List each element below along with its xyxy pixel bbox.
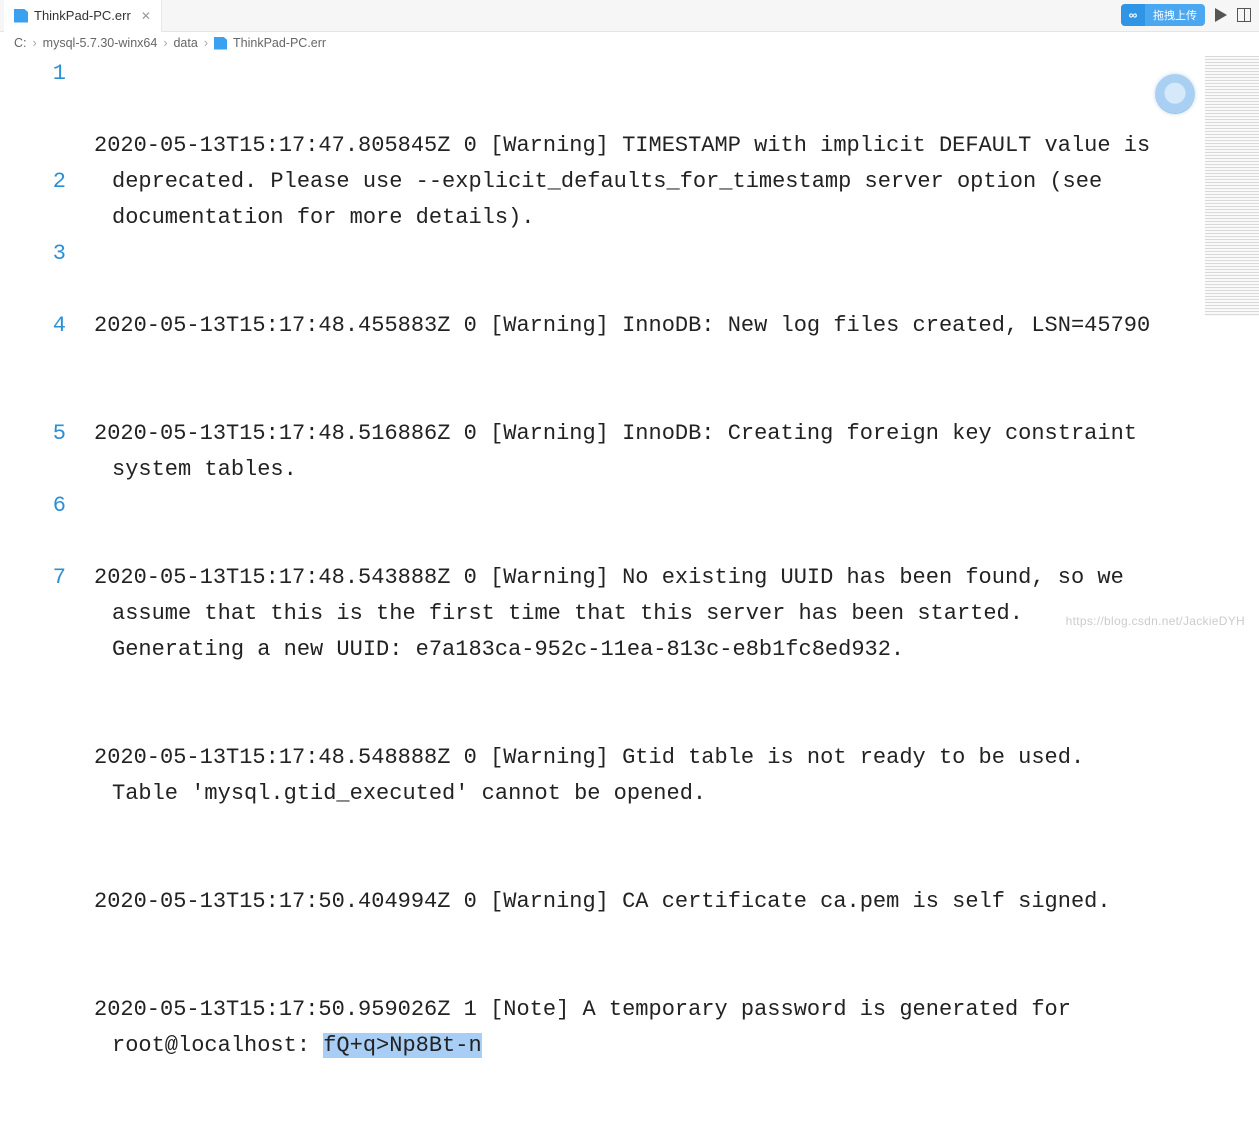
line-number: 3 [0,236,66,272]
close-icon[interactable]: ✕ [141,9,151,23]
tab-title: ThinkPad-PC.err [34,8,131,23]
line-number: 6 [0,488,66,524]
log-line: 2020-05-13T15:17:48.543888Z 0 [Warning] … [94,560,1159,668]
editor-area[interactable]: 1 2 3 4 5 6 7 2020-05-13T15:17:47.805845… [0,54,1259,638]
upload-button[interactable]: ∞ 拖拽上传 [1121,4,1205,26]
chevron-right-icon: › [33,36,37,50]
selected-text: fQ+q>Np8Bt-n [323,1033,481,1058]
log-line: 2020-05-13T15:17:50.404994Z 0 [Warning] … [94,884,1159,920]
breadcrumb-seg[interactable]: C: [14,36,27,50]
breadcrumb[interactable]: C: › mysql-5.7.30-winx64 › data › ThinkP… [0,32,1259,54]
line-number: 7 [0,560,66,596]
assistant-badge-icon[interactable] [1155,74,1195,114]
log-line: 2020-05-13T15:17:50.959026Z 1 [Note] A t… [94,992,1159,1064]
run-icon[interactable] [1215,8,1227,22]
toolbar-right: ∞ 拖拽上传 [1121,4,1251,26]
tab-bar: ThinkPad-PC.err ✕ [0,0,1259,32]
log-line: 2020-05-13T15:17:47.805845Z 0 [Warning] … [94,128,1159,236]
log-line: 2020-05-13T15:17:48.548888Z 0 [Warning] … [94,740,1159,812]
chevron-right-icon: › [163,36,167,50]
code-content[interactable]: 2020-05-13T15:17:47.805845Z 0 [Warning] … [90,54,1259,638]
file-icon [214,37,227,50]
chevron-right-icon: › [204,36,208,50]
line-number: 1 [0,56,66,92]
breadcrumb-seg[interactable]: data [173,36,197,50]
minimap[interactable] [1205,56,1259,316]
breadcrumb-seg[interactable]: mysql-5.7.30-winx64 [43,36,158,50]
line-number: 4 [0,308,66,344]
split-editor-icon[interactable] [1237,8,1251,22]
tab-active[interactable]: ThinkPad-PC.err ✕ [4,0,162,32]
line-number: 2 [0,164,66,200]
watermark-text: https://blog.csdn.net/JackieDYH [1066,614,1245,628]
line-number: 5 [0,416,66,452]
upload-label: 拖拽上传 [1145,7,1205,23]
breadcrumb-seg[interactable]: ThinkPad-PC.err [233,36,326,50]
log-line: 2020-05-13T15:17:48.455883Z 0 [Warning] … [94,308,1159,344]
log-line: 2020-05-13T15:17:48.516886Z 0 [Warning] … [94,416,1159,488]
upload-icon: ∞ [1121,4,1145,26]
file-icon [14,9,28,23]
line-number-gutter: 1 2 3 4 5 6 7 [0,54,90,638]
